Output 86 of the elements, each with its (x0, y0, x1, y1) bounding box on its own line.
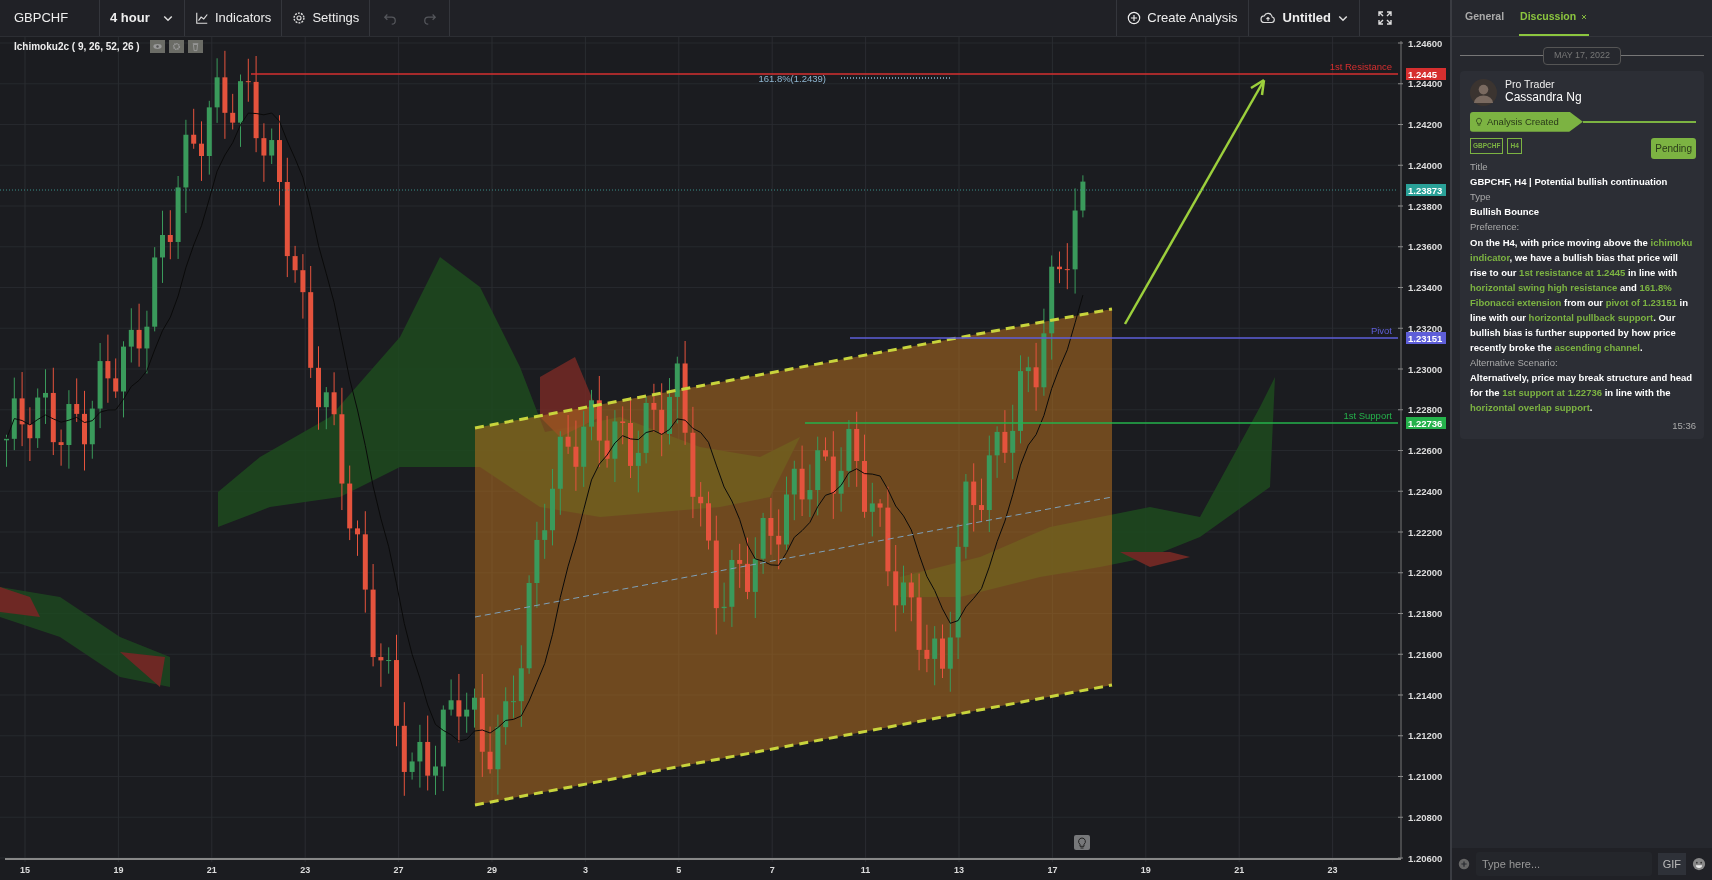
cloud-upload-icon (1258, 10, 1277, 26)
emoji-icon (1692, 857, 1706, 871)
gear-icon (170, 41, 182, 52)
panel-tab[interactable]: Discussion (1519, 0, 1590, 36)
field-text: Bullish Bounce (1470, 205, 1541, 220)
user-name: Cassandra Ng (1505, 90, 1582, 105)
axis-label: 13 (954, 865, 964, 875)
indicators-button[interactable]: Indicators (185, 0, 283, 36)
level-label: 1st Resistance (1329, 61, 1392, 72)
settings-button[interactable]: Settings (282, 0, 371, 36)
message-time: 15:36 (1671, 418, 1696, 433)
price-tag: 1.23151 (1406, 332, 1446, 344)
redo-icon (422, 11, 437, 25)
visibility-button[interactable] (149, 40, 165, 53)
axis-label: 1.23200 (1408, 322, 1443, 334)
undo-icon (383, 11, 398, 25)
price-tag: 1.23873 (1406, 184, 1446, 196)
indicator-label: Ichimoku2c ( 9, 26, 52, 26 ) (14, 40, 140, 54)
axis-label: 1.21600 (1408, 648, 1443, 660)
chart-line-icon (195, 11, 209, 25)
file-dropdown[interactable]: Untitled (1248, 0, 1360, 36)
field-text: On the H4, with price moving above the ichimoku indicator, we have a bullish bias that price will rise to our 1st resistance at 1.2445 in line with horizontal swing high resistance and 161.8% Fibonacci extension from our pivot of 1.23151 in line with our horizontal pullback support. Our bullish bias is further supported by how price recently broke the ascending channel. (1470, 235, 1694, 355)
axis-label: 1.21000 (1408, 771, 1443, 782)
lightbulb-icon (1474, 116, 1484, 127)
level-label: 1st Support (1343, 410, 1392, 421)
axis-label: 1.22600 (1408, 445, 1443, 456)
lightbulb-button[interactable] (1074, 835, 1090, 850)
axis-label: 15 (20, 865, 30, 875)
fibonacci-label: 161.8%(1.2439) (758, 73, 826, 84)
field-text: Alternatively, price may break structure and head for the 1st support at 1.22736 in line with the horizontal overlap support. (1470, 370, 1694, 415)
axis-label: 1.23000 (1408, 363, 1443, 375)
user-role: Pro Trader (1505, 79, 1556, 91)
axis-label: 1.24600 (1408, 37, 1443, 49)
eye-icon (151, 41, 163, 52)
axis-label: 21 (1234, 865, 1245, 875)
gif-button[interactable]: GIF (1657, 852, 1686, 876)
axis-label: 1.23400 (1408, 282, 1443, 293)
axis-label: 19 (113, 865, 124, 875)
field-label: Preference: (1470, 220, 1521, 235)
axis-label: 17 (1047, 865, 1058, 875)
axis-label: 21 (206, 865, 217, 875)
axis-label: 1.22200 (1408, 526, 1443, 538)
avatar-icon (1470, 78, 1497, 106)
axis-label: 29 (487, 865, 497, 875)
field-label: Alternative Scenario: (1470, 355, 1559, 370)
level-label: Pivot (1370, 325, 1392, 336)
panel-tab[interactable]: General (1464, 0, 1506, 36)
axis-label: 3 (582, 865, 588, 875)
status-button[interactable]: Pending (1651, 137, 1696, 159)
create-analysis-button[interactable]: Create Analysis (1116, 0, 1249, 36)
axis-label: 1.24000 (1408, 159, 1443, 171)
fullscreen-icon (1377, 10, 1393, 26)
axis-label: 1.21800 (1408, 608, 1443, 619)
axis-label: 27 (393, 865, 404, 875)
field-label: Title (1470, 159, 1489, 174)
delete-button[interactable] (187, 40, 203, 53)
plus-icon (1458, 858, 1470, 870)
axis-label: 1.20800 (1408, 811, 1443, 823)
axis-label: 1.24200 (1408, 119, 1443, 130)
axis-label: 1.23600 (1408, 241, 1443, 253)
axis-label: 1.22800 (1408, 404, 1443, 416)
field-text: GBPCHF, H4 | Potential bullish continuation (1470, 175, 1669, 189)
close-icon (1580, 13, 1589, 21)
axis-label: 19 (1140, 865, 1151, 875)
plus-circle-icon (1127, 11, 1142, 25)
gear-icon (292, 11, 307, 25)
settings-button[interactable] (168, 40, 184, 53)
axis-label: 11 (860, 865, 871, 875)
field-label: Type (1470, 190, 1492, 204)
axis-label: 1.20600 (1408, 852, 1443, 864)
timeframe-dropdown[interactable]: 4 hour (100, 0, 185, 36)
axis-label: 1.24400 (1408, 78, 1443, 90)
axis-label: 1.21400 (1408, 689, 1443, 701)
price-tag: 1.22736 (1406, 417, 1446, 429)
symbol-label: GBPCHF (0, 0, 100, 36)
axis-label: 5 (676, 865, 682, 875)
price-tag: 1.2445 (1406, 68, 1446, 80)
axis-label: 23 (300, 865, 311, 875)
axis-label: 23 (1327, 865, 1338, 875)
axis-label: 7 (769, 865, 775, 875)
event-ribbon: Analysis Created (1470, 111, 1583, 132)
axis-label: 1.22000 (1408, 567, 1443, 579)
axis-label: 1.21200 (1408, 730, 1443, 742)
axis-label: 1.22400 (1408, 485, 1443, 497)
axis-label: 1.23800 (1408, 200, 1443, 212)
date-separator: MAY 17, 2022 (1542, 47, 1622, 65)
